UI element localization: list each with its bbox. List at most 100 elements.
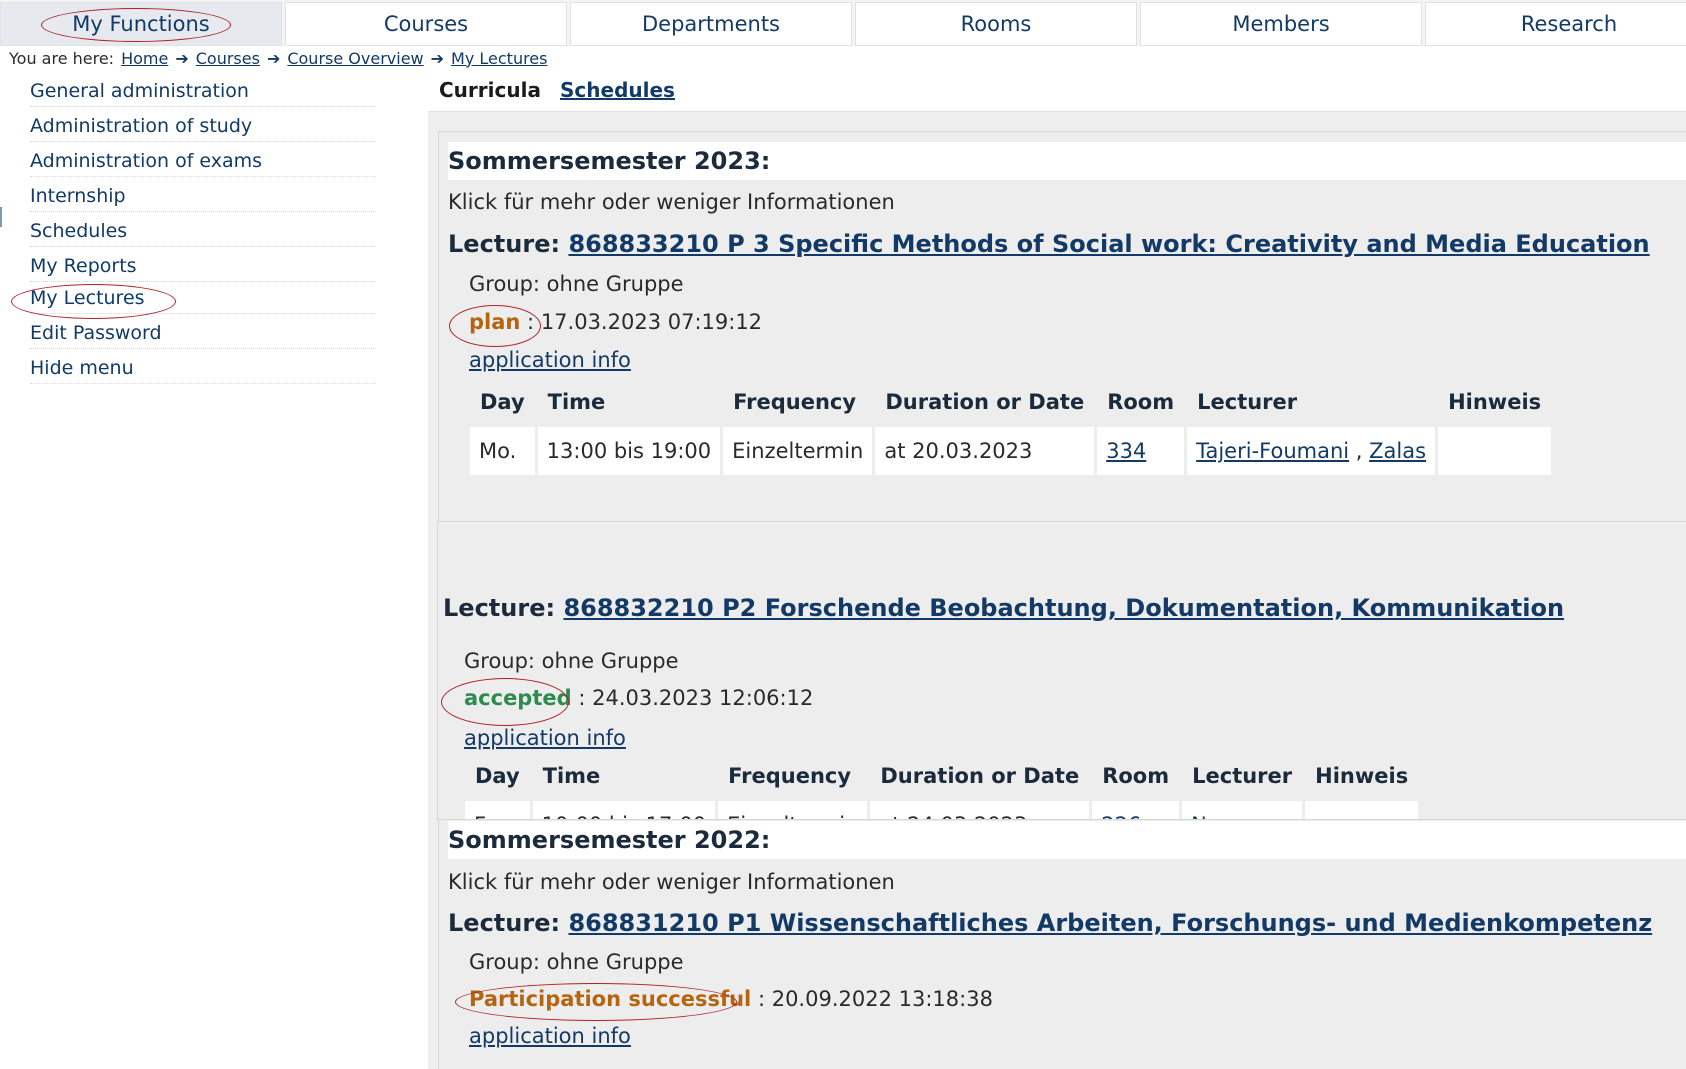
status-separator: :: [527, 310, 535, 334]
table-header-row: Day Time Frequency Duration or Date Room…: [470, 377, 1551, 427]
lecture-status: Participation successful : 20.09.2022 13…: [469, 987, 993, 1011]
nav-tab-research[interactable]: Research: [1425, 2, 1686, 46]
page: My Functions Courses Departments Rooms M…: [0, 0, 1686, 1069]
column-header-duration: Duration or Date: [880, 764, 1080, 788]
breadcrumb-home-link[interactable]: Home: [121, 49, 168, 68]
cell-lecturer: Tajeri-Foumani , Zalas: [1187, 427, 1436, 475]
status-date: 20.09.2022 13:18:38: [771, 987, 993, 1011]
nav-tab-members[interactable]: Members: [1140, 2, 1422, 46]
application-info-link[interactable]: application info: [469, 348, 631, 372]
lecture-title-link[interactable]: 868832210 P2 Forschende Beobachtung, Dok…: [563, 594, 1564, 622]
breadcrumb-my-lectures-link[interactable]: My Lectures: [451, 49, 547, 68]
lecture-heading: Lecture: 868833210 P 3 Specific Methods …: [448, 230, 1650, 258]
lecture-title-link[interactable]: 868831210 P1 Wissenschaftliches Arbeiten…: [568, 909, 1652, 937]
nav-tab-label: My Functions: [72, 12, 210, 36]
sidebar-item-my-reports[interactable]: My Reports: [30, 251, 376, 282]
column-header-hinweis: Hinweis: [1448, 390, 1542, 414]
lecture-group: Group: ohne Gruppe: [464, 649, 679, 673]
lecturer-link[interactable]: Zalas: [1369, 439, 1426, 463]
lecture-heading: Lecture: 868832210 P2 Forschende Beobach…: [443, 594, 1564, 622]
lecture-panel: Lecture: 868832210 P2 Forschende Beobach…: [437, 521, 1686, 849]
lecture-panel: Sommersemester 2022: Klick für mehr oder…: [438, 819, 1686, 1069]
nav-tab-label: Members: [1232, 12, 1330, 36]
column-header-lecturer: Lecturer: [1197, 390, 1298, 414]
sidebar-item-schedules[interactable]: Schedules: [30, 216, 376, 247]
cell-day: Mo.: [470, 427, 535, 475]
nav-tab-label: Courses: [383, 12, 469, 36]
tab-curricula[interactable]: Curricula: [439, 78, 541, 102]
breadcrumb-course-overview-link[interactable]: Course Overview: [287, 49, 423, 68]
breadcrumb: You are here: Home ➔ Courses ➔ Course Ov…: [9, 46, 547, 70]
nav-tab-label: Research: [1520, 12, 1618, 36]
cell-time: 13:00 bis 19:00: [537, 427, 721, 475]
column-header-time: Time: [542, 764, 601, 788]
lecturer-separator: ,: [1355, 439, 1363, 463]
semester-title: Sommersemester 2022:: [448, 821, 1686, 859]
toggle-info-hint[interactable]: Klick für mehr oder weniger Informatione…: [448, 190, 895, 214]
cell-room: 334: [1097, 427, 1185, 475]
application-info-link[interactable]: application info: [469, 1024, 631, 1048]
status-date: 17.03.2023 07:19:12: [540, 310, 763, 334]
column-header-hinweis: Hinweis: [1315, 764, 1409, 788]
lecture-title-link[interactable]: 868833210 P 3 Specific Methods of Social…: [568, 230, 1649, 258]
semester-title: Sommersemester 2023:: [448, 142, 1686, 180]
nav-tab-departments[interactable]: Departments: [570, 2, 852, 46]
lecture-status: plan : 17.03.2023 07:19:12: [469, 310, 762, 334]
sidebar-item-internship[interactable]: Internship: [30, 181, 376, 212]
cell-date: at 20.03.2023: [875, 427, 1095, 475]
column-header-frequency: Frequency: [733, 390, 857, 414]
lecture-status: accepted : 24.03.2023 12:06:12: [464, 686, 813, 710]
nav-tab-label: Departments: [641, 12, 781, 36]
lecture-heading: Lecture: 868831210 P1 Wissenschaftliches…: [448, 909, 1652, 937]
breadcrumb-courses-link[interactable]: Courses: [196, 49, 260, 68]
sidebar-item-general-administration[interactable]: General administration: [30, 76, 376, 107]
arrow-right-icon: ➔: [175, 48, 189, 68]
main-content: Curricula Schedules Sommersemester 2023:…: [428, 71, 1686, 1069]
lecture-prefix: Lecture:: [448, 909, 561, 937]
lecture-prefix: Lecture:: [443, 594, 556, 622]
status-badge: accepted: [464, 686, 572, 710]
sidebar-menu: General administration Administration of…: [0, 76, 420, 1069]
column-header-duration: Duration or Date: [885, 390, 1085, 414]
nav-tab-my-functions[interactable]: My Functions: [0, 2, 282, 46]
status-separator: :: [578, 686, 586, 710]
column-header-frequency: Frequency: [728, 764, 852, 788]
arrow-right-icon: ➔: [266, 48, 281, 68]
column-header-time: Time: [547, 390, 606, 414]
lecturer-link[interactable]: Tajeri-Foumani: [1196, 439, 1349, 463]
column-header-room: Room: [1107, 390, 1175, 414]
application-info-link[interactable]: application info: [464, 726, 626, 750]
column-header-lecturer: Lecturer: [1192, 764, 1293, 788]
breadcrumb-prefix: You are here:: [9, 48, 115, 68]
sidebar-item-administration-of-exams[interactable]: Administration of exams: [30, 146, 376, 177]
sidebar-item-edit-password[interactable]: Edit Password: [30, 318, 376, 349]
sidebar-item-hide-menu[interactable]: Hide menu: [30, 353, 376, 384]
cell-frequency: Einzeltermin: [723, 427, 873, 475]
status-separator: :: [757, 987, 766, 1011]
nav-tab-rooms[interactable]: Rooms: [855, 2, 1137, 46]
arrow-right-icon: ➔: [430, 48, 445, 68]
column-header-day: Day: [475, 764, 520, 788]
sidebar-item-my-lectures[interactable]: My Lectures: [30, 283, 376, 314]
top-navigation: My Functions Courses Departments Rooms M…: [0, 0, 1686, 46]
nav-tab-courses[interactable]: Courses: [285, 2, 567, 46]
toggle-info-hint[interactable]: Klick für mehr oder weniger Informatione…: [448, 870, 895, 894]
tab-schedules[interactable]: Schedules: [560, 78, 675, 102]
lecture-panel: Sommersemester 2023: Klick für mehr oder…: [438, 131, 1686, 577]
column-header-room: Room: [1102, 764, 1170, 788]
lecture-group: Group: ohne Gruppe: [469, 950, 684, 974]
nav-tab-label: Rooms: [960, 12, 1032, 36]
sidebar-edge-marker: [0, 207, 2, 227]
lecture-prefix: Lecture:: [448, 230, 561, 258]
sidebar-item-administration-of-study[interactable]: Administration of study: [30, 111, 376, 142]
sub-tabs: Curricula Schedules: [428, 71, 1686, 112]
status-badge: Participation successful: [469, 987, 752, 1011]
lecture-group: Group: ohne Gruppe: [469, 272, 684, 296]
table-row: Mo. 13:00 bis 19:00 Einzeltermin at 20.0…: [470, 427, 1552, 475]
status-date: 24.03.2023 12:06:12: [592, 686, 814, 710]
status-badge: plan: [469, 310, 521, 334]
column-header-day: Day: [480, 390, 525, 414]
cell-hinweis: [1438, 427, 1552, 475]
room-link[interactable]: 334: [1106, 439, 1146, 463]
schedule-table: Day Time Frequency Duration or Date Room…: [467, 377, 1554, 475]
